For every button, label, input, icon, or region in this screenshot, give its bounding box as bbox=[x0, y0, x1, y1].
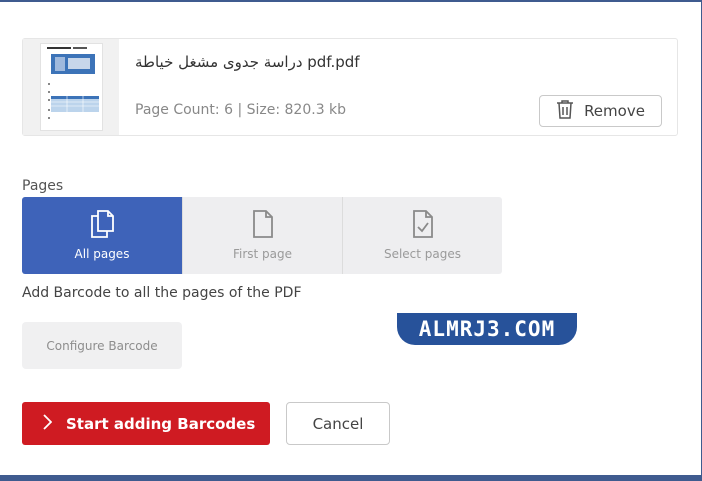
file-name: دراسة جدوى مشغل خياطة pdf.pdf bbox=[135, 53, 360, 71]
remove-label: Remove bbox=[584, 102, 645, 120]
option-all-pages-label: All pages bbox=[74, 247, 130, 261]
file-card: دراسة جدوى مشغل خياطة pdf.pdf Page Count… bbox=[22, 38, 678, 136]
copy-pages-icon bbox=[88, 209, 116, 239]
watermark-logo: ALMRJ3.COM bbox=[397, 313, 577, 345]
single-page-icon bbox=[249, 209, 277, 239]
start-adding-barcodes-button[interactable]: Start adding Barcodes bbox=[22, 402, 270, 445]
option-select-pages[interactable]: Select pages bbox=[342, 197, 502, 274]
remove-button[interactable]: Remove bbox=[539, 95, 662, 127]
option-first-page[interactable]: First page bbox=[182, 197, 342, 274]
start-label: Start adding Barcodes bbox=[66, 414, 256, 433]
chevron-right-icon bbox=[42, 413, 53, 434]
pages-label: Pages bbox=[22, 178, 64, 194]
option-all-pages[interactable]: All pages bbox=[22, 197, 182, 274]
trash-icon bbox=[556, 99, 574, 123]
configure-barcode-button[interactable]: Configure Barcode bbox=[22, 322, 182, 369]
pages-hint: Add Barcode to all the pages of the PDF bbox=[22, 285, 302, 301]
option-first-page-label: First page bbox=[232, 247, 293, 261]
add-barcode-dialog: دراسة جدوى مشغل خياطة pdf.pdf Page Count… bbox=[0, 2, 701, 475]
cancel-button[interactable]: Cancel bbox=[286, 402, 390, 445]
pages-selector: All pages First page Select pages bbox=[22, 197, 502, 274]
pdf-thumbnail bbox=[40, 43, 103, 131]
file-meta: Page Count: 6 | Size: 820.3 kb bbox=[135, 102, 347, 118]
page-check-icon bbox=[409, 209, 437, 239]
option-select-pages-label: Select pages bbox=[383, 247, 462, 261]
file-thumbnail-area bbox=[23, 39, 119, 135]
